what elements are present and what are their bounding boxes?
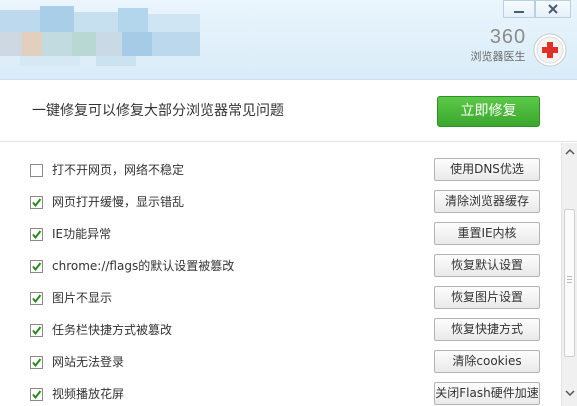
- item-label: 打不开网页，网络不稳定: [52, 163, 185, 177]
- vertical-scrollbar[interactable]: [561, 143, 577, 406]
- list-item: 打不开网页，网络不稳定 使用DNS优选: [0, 157, 560, 189]
- item-checkbox[interactable]: [30, 356, 43, 369]
- item-label: 任务栏快捷方式被篡改: [52, 323, 173, 337]
- item-action-button[interactable]: 使用DNS优选: [434, 158, 540, 181]
- chevron-down-icon[interactable]: [565, 389, 575, 397]
- minimize-icon: [514, 11, 524, 13]
- item-label: 网站无法登录: [52, 355, 125, 369]
- close-button[interactable]: [535, 0, 571, 18]
- brand-subtitle: 浏览器医生: [470, 50, 526, 63]
- item-label: 图片不显示: [52, 291, 113, 305]
- item-action-button[interactable]: 清除cookies: [434, 350, 540, 373]
- headline-text: 一键修复可以修复大部分浏览器常见问题: [32, 103, 284, 119]
- item-action-button[interactable]: 关闭Flash硬件加速: [434, 382, 540, 405]
- list-item: 视频播放花屏 关闭Flash硬件加速: [0, 381, 560, 406]
- brand-logo-text: 360: [489, 26, 527, 48]
- chevron-up-icon[interactable]: [565, 148, 575, 156]
- list-item: 网页打开缓慢，显示错乱 清除浏览器缓存: [0, 189, 560, 221]
- list-item: chrome://flags的默认设置被篡改 恢复默认设置: [0, 253, 560, 285]
- title-bar: 360 浏览器医生: [0, 0, 577, 80]
- list-item: 任务栏快捷方式被篡改 恢复快捷方式: [0, 317, 560, 349]
- item-checkbox[interactable]: [30, 292, 43, 305]
- item-label: 网页打开缓慢，显示错乱: [52, 195, 185, 209]
- item-action-button[interactable]: 恢复默认设置: [434, 254, 540, 277]
- item-label: chrome://flags的默认设置被篡改: [52, 259, 235, 273]
- item-checkbox[interactable]: [30, 228, 43, 241]
- scroll-grip-line: [567, 276, 572, 277]
- scroll-thumb[interactable]: [564, 209, 575, 357]
- item-action-button[interactable]: 恢复图片设置: [434, 286, 540, 309]
- item-checkbox[interactable]: [30, 388, 43, 401]
- doctor-cross-icon: [533, 33, 567, 67]
- checkmark-icon: [32, 230, 42, 240]
- checkmark-icon: [32, 358, 42, 368]
- repair-item-list: 打不开网页，网络不稳定 使用DNS优选网页打开缓慢，显示错乱 清除浏览器缓存 IE功能…: [0, 143, 560, 406]
- item-checkbox[interactable]: [30, 196, 43, 209]
- checkmark-icon: [32, 262, 42, 272]
- item-checkbox[interactable]: [30, 324, 43, 337]
- checkmark-icon: [32, 326, 42, 336]
- list-item: 网站无法登录 清除cookies: [0, 349, 560, 381]
- action-bar: 一键修复可以修复大部分浏览器常见问题 立即修复: [0, 80, 577, 142]
- list-item: 图片不显示 恢复图片设置: [0, 285, 560, 317]
- item-label: IE功能异常: [52, 227, 112, 241]
- minimize-button[interactable]: [503, 0, 535, 18]
- list-item: IE功能异常 重置IE内核: [0, 221, 560, 253]
- blurred-banner-image: [0, 6, 210, 72]
- scroll-grip-line: [567, 279, 572, 280]
- item-action-button[interactable]: 清除浏览器缓存: [434, 190, 540, 213]
- fix-now-button[interactable]: 立即修复: [437, 96, 540, 127]
- item-action-button[interactable]: 重置IE内核: [434, 222, 540, 245]
- checkmark-icon: [32, 294, 42, 304]
- item-action-button[interactable]: 恢复快捷方式: [434, 318, 540, 341]
- checkmark-icon: [32, 198, 42, 208]
- close-icon: [548, 4, 558, 14]
- item-checkbox[interactable]: [30, 164, 43, 177]
- checkmark-icon: [32, 390, 42, 400]
- item-label: 视频播放花屏: [52, 387, 125, 401]
- item-checkbox[interactable]: [30, 260, 43, 273]
- scroll-grip-line: [567, 282, 572, 283]
